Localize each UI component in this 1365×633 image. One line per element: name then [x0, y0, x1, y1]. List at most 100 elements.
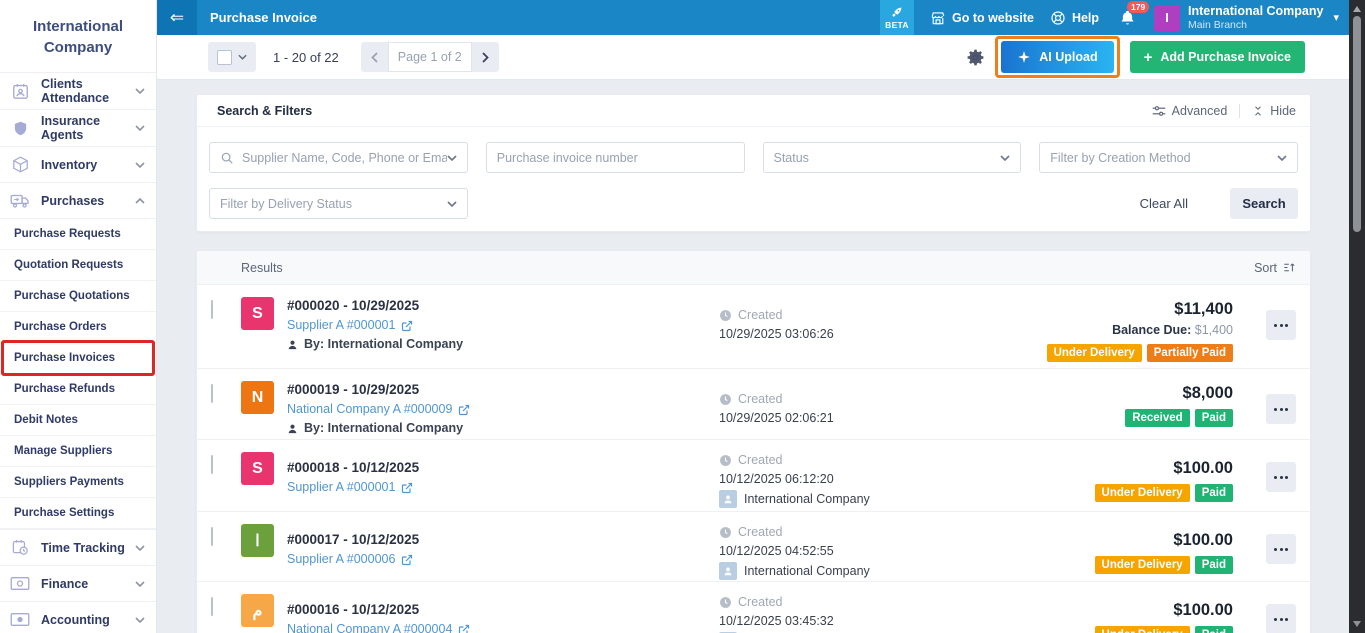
- supplier-link[interactable]: National Company A #000004: [287, 621, 719, 633]
- advanced-filters-button[interactable]: Advanced: [1152, 104, 1228, 118]
- status-badges: Under Delivery Paid: [1095, 484, 1233, 502]
- supplier-link[interactable]: Supplier A #000006: [287, 551, 719, 568]
- ai-upload-button[interactable]: AI Upload: [1001, 41, 1113, 73]
- external-link-icon: [458, 624, 470, 633]
- supplier-filter-select[interactable]: Supplier Name, Code, Phone or Email: [209, 142, 468, 173]
- page-indicator[interactable]: Page 1 of 2: [388, 42, 472, 72]
- sidebar-item-clients-attendance[interactable]: Clients Attendance: [0, 72, 156, 109]
- row-more-button[interactable]: [1266, 604, 1296, 633]
- notifications-button[interactable]: 179: [1119, 9, 1136, 27]
- row-checkbox[interactable]: [211, 455, 213, 474]
- invoice-number-input[interactable]: [497, 151, 734, 165]
- sidebar-item-inventory[interactable]: Inventory: [0, 146, 156, 182]
- submenu-item-purchase-quotations[interactable]: Purchase Quotations: [0, 281, 156, 312]
- select-all-checkbox[interactable]: [217, 50, 232, 65]
- row-checkbox[interactable]: [211, 597, 213, 616]
- sidebar-item-accounting[interactable]: Accounting: [0, 601, 156, 633]
- row-more-button[interactable]: [1266, 394, 1296, 424]
- vertical-scrollbar[interactable]: [1349, 0, 1365, 633]
- topbar: ⇐ Purchase Invoice BETA Go to website He…: [157, 0, 1349, 35]
- row-more-cell: [1266, 297, 1296, 368]
- sidebar-item-insurance-agents[interactable]: Insurance Agents: [0, 109, 156, 146]
- created-date: 10/12/2025 03:45:32: [719, 613, 1019, 629]
- invoice-row[interactable]: ا #000017 - 10/12/2025 Supplier A #00000…: [197, 512, 1310, 582]
- go-to-website-label: Go to website: [952, 11, 1034, 25]
- row-created-cell: Created 10/29/2025 03:06:26: [719, 297, 1019, 368]
- delivery-status-filter-select[interactable]: Filter by Delivery Status: [209, 188, 468, 219]
- sidebar-item-time-tracking[interactable]: Time Tracking: [0, 529, 156, 565]
- clear-all-button[interactable]: Clear All: [1140, 196, 1188, 211]
- add-purchase-invoice-label: Add Purchase Invoice: [1160, 50, 1291, 64]
- row-more-cell: [1266, 594, 1296, 633]
- supplier-link[interactable]: National Company A #000009: [287, 401, 719, 418]
- prev-page-button[interactable]: [361, 42, 388, 72]
- invoice-title: #000018 - 10/12/2025: [287, 459, 719, 477]
- sort-icon: [1283, 261, 1296, 274]
- search-button[interactable]: Search: [1230, 188, 1298, 219]
- hide-filters-button[interactable]: Hide: [1252, 104, 1296, 118]
- scrollbar-thumb[interactable]: [1353, 16, 1361, 232]
- row-amount-cell: $11,400 Balance Due: $1,400 Under Delive…: [1047, 297, 1233, 368]
- company-avatar: [719, 490, 737, 508]
- person-icon: [287, 423, 298, 435]
- filters-header-actions: Advanced Hide: [1152, 104, 1296, 118]
- company-avatar: [719, 562, 737, 580]
- row-more-button[interactable]: [1266, 534, 1296, 564]
- supplier-link[interactable]: Supplier A #000001: [287, 317, 719, 334]
- divider: [1239, 104, 1240, 118]
- submenu-item-manage-suppliers[interactable]: Manage Suppliers: [0, 436, 156, 467]
- submenu-item-debit-notes[interactable]: Debit Notes: [0, 405, 156, 436]
- row-created-cell: Created 10/29/2025 02:06:21: [719, 381, 1019, 439]
- row-checkbox[interactable]: [211, 527, 213, 546]
- created-date: 10/12/2025 04:52:55: [719, 543, 1019, 559]
- beta-button[interactable]: BETA: [880, 0, 914, 35]
- supplier-link[interactable]: Supplier A #000001: [287, 479, 719, 496]
- row-more-button[interactable]: [1266, 310, 1296, 340]
- add-purchase-invoice-button[interactable]: + Add Purchase Invoice: [1130, 41, 1305, 73]
- sidebar-item-finance[interactable]: Finance: [0, 565, 156, 601]
- help-link[interactable]: Help: [1050, 10, 1099, 26]
- supplier-avatar: S: [241, 297, 274, 330]
- sidebar-item-purchases[interactable]: Purchases: [0, 182, 156, 218]
- chevron-right-icon: [482, 52, 489, 63]
- row-more-button[interactable]: [1266, 462, 1296, 492]
- submenu-item-purchase-orders[interactable]: Purchase Orders: [0, 312, 156, 343]
- next-page-button[interactable]: [472, 42, 499, 72]
- settings-gear-button[interactable]: [966, 48, 985, 67]
- invoice-number-field-wrap: [486, 142, 745, 173]
- caret-down-icon: ▾: [1333, 11, 1339, 24]
- submenu-item-purchase-requests[interactable]: Purchase Requests: [0, 219, 156, 250]
- submenu-label: Manage Suppliers: [14, 445, 112, 457]
- invoice-row[interactable]: S #000020 - 10/29/2025 Supplier A #00000…: [197, 285, 1310, 369]
- sort-button[interactable]: Sort: [1254, 261, 1296, 275]
- person-icon: [723, 566, 733, 577]
- balance-due-label: Balance Due:: [1112, 323, 1191, 337]
- sidebar-collapse-button[interactable]: ⇐: [157, 0, 197, 35]
- scroll-down-arrow[interactable]: [1353, 621, 1361, 627]
- row-info-cell: #000020 - 10/29/2025 Supplier A #000001 …: [287, 297, 719, 368]
- more-icon: [1280, 324, 1283, 327]
- lifebuoy-icon: [1050, 10, 1066, 26]
- account-menu[interactable]: I International Company Main Branch ▾: [1154, 4, 1339, 30]
- creation-method-filter-select[interactable]: Filter by Creation Method: [1039, 142, 1298, 173]
- invoice-row[interactable]: S #000018 - 10/12/2025 Supplier A #00000…: [197, 440, 1310, 512]
- go-to-website-link[interactable]: Go to website: [930, 11, 1034, 25]
- status-filter-select[interactable]: Status: [763, 142, 1022, 173]
- row-check-cell: [211, 452, 241, 511]
- row-info-cell: #000016 - 10/12/2025 National Company A …: [287, 594, 719, 633]
- scroll-up-arrow[interactable]: [1353, 6, 1361, 12]
- chevron-down-icon: [134, 581, 146, 587]
- submenu-item-quotation-requests[interactable]: Quotation Requests: [0, 250, 156, 281]
- invoice-row[interactable]: N #000019 - 10/29/2025 National Company …: [197, 369, 1310, 440]
- submenu-item-purchase-settings[interactable]: Purchase Settings: [0, 498, 156, 529]
- shield-icon: [10, 118, 30, 138]
- invoice-row[interactable]: م #000016 - 10/12/2025 National Company …: [197, 582, 1310, 633]
- row-avatar-cell: ا: [241, 524, 287, 581]
- more-icon: [1285, 548, 1288, 551]
- submenu-item-purchase-invoices[interactable]: Purchase Invoices: [0, 343, 156, 374]
- row-checkbox[interactable]: [211, 300, 213, 319]
- submenu-item-suppliers-payments[interactable]: Suppliers Payments: [0, 467, 156, 498]
- select-all-dropdown[interactable]: [208, 42, 256, 72]
- row-checkbox[interactable]: [211, 384, 213, 403]
- submenu-item-purchase-refunds[interactable]: Purchase Refunds: [0, 374, 156, 405]
